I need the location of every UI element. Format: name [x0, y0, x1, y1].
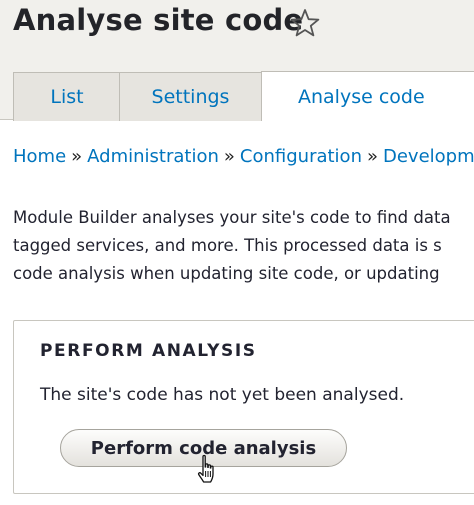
description-line: Module Builder analyses your site's code… — [13, 208, 451, 227]
breadcrumb-separator: » — [71, 146, 83, 167]
perform-analysis-panel: PERFORM ANALYSIS The site's code has not… — [13, 320, 474, 494]
star-icon[interactable] — [289, 7, 321, 39]
description-line: tagged services, and more. This processe… — [13, 236, 442, 255]
breadcrumb-separator: » — [223, 146, 235, 167]
breadcrumb-configuration[interactable]: Configuration — [240, 146, 362, 167]
page-description: Module Builder analyses your site's code… — [13, 204, 451, 288]
tab-settings-label: Settings — [151, 86, 230, 108]
panel-title: PERFORM ANALYSIS — [40, 341, 257, 361]
breadcrumb: Home» Administration» Configuration» Develo… — [13, 146, 474, 167]
tab-settings[interactable]: Settings — [119, 72, 262, 121]
tab-analyse-code-label: Analyse code — [298, 85, 425, 108]
tab-list[interactable]: List — [13, 72, 120, 121]
page-title: Analyse site code — [13, 3, 304, 37]
breadcrumb-home[interactable]: Home — [13, 146, 66, 167]
description-line: code analysis when updating site code, o… — [13, 264, 440, 283]
breadcrumb-separator: » — [366, 146, 378, 167]
tab-list-label: List — [50, 86, 84, 108]
breadcrumb-development[interactable]: Developm — [383, 146, 474, 167]
hand-pointer-icon — [197, 454, 214, 483]
analysis-status-text: The site's code has not yet been analyse… — [40, 385, 405, 405]
tab-analyse-code[interactable]: Analyse code — [261, 71, 474, 121]
page-header: Analyse site code List Settings Analyse … — [0, 0, 474, 121]
breadcrumb-administration[interactable]: Administration — [87, 146, 219, 167]
